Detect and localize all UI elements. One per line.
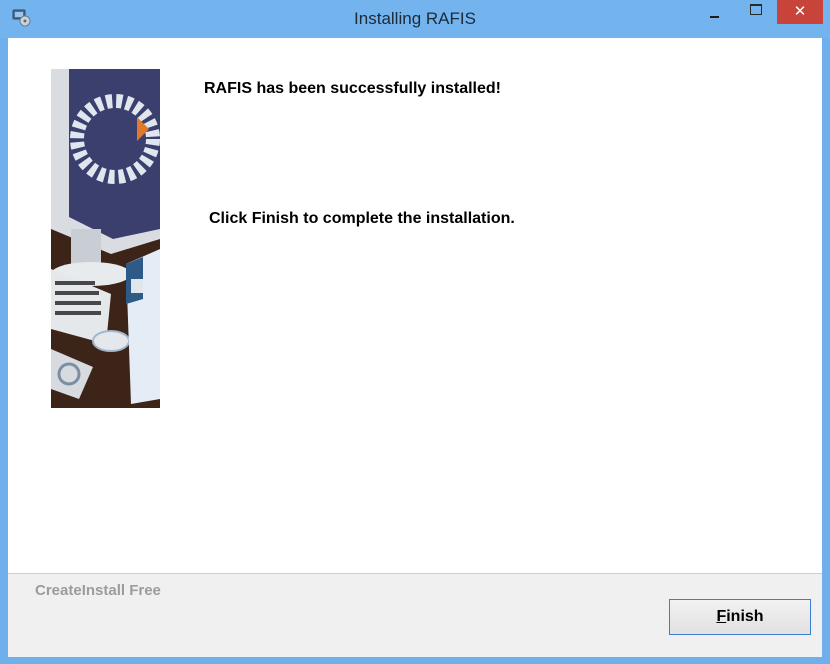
maximize-button[interactable] <box>743 0 769 24</box>
installer-window: Installing RAFIS ✕ RAFIS has been succes… <box>0 0 830 664</box>
minimize-icon <box>710 16 719 18</box>
finish-button[interactable]: Finish <box>669 599 811 635</box>
maximize-icon <box>750 4 762 15</box>
finish-instruction: Click Finish to complete the installatio… <box>209 210 515 227</box>
footer-bar: CreateInstall Free Finish <box>8 573 822 657</box>
content-area: RAFIS has been successfully installed! C… <box>8 38 822 573</box>
rafis-product-illustration <box>51 69 160 408</box>
finish-button-label: Finish <box>716 608 764 625</box>
success-heading: RAFIS has been successfully installed! <box>204 80 501 97</box>
installer-brand-label: CreateInstall Free <box>35 582 161 599</box>
title-bar[interactable]: Installing RAFIS ✕ <box>0 0 830 38</box>
close-button[interactable]: ✕ <box>777 0 823 24</box>
minimize-button[interactable] <box>700 0 728 24</box>
close-icon: ✕ <box>793 3 807 20</box>
